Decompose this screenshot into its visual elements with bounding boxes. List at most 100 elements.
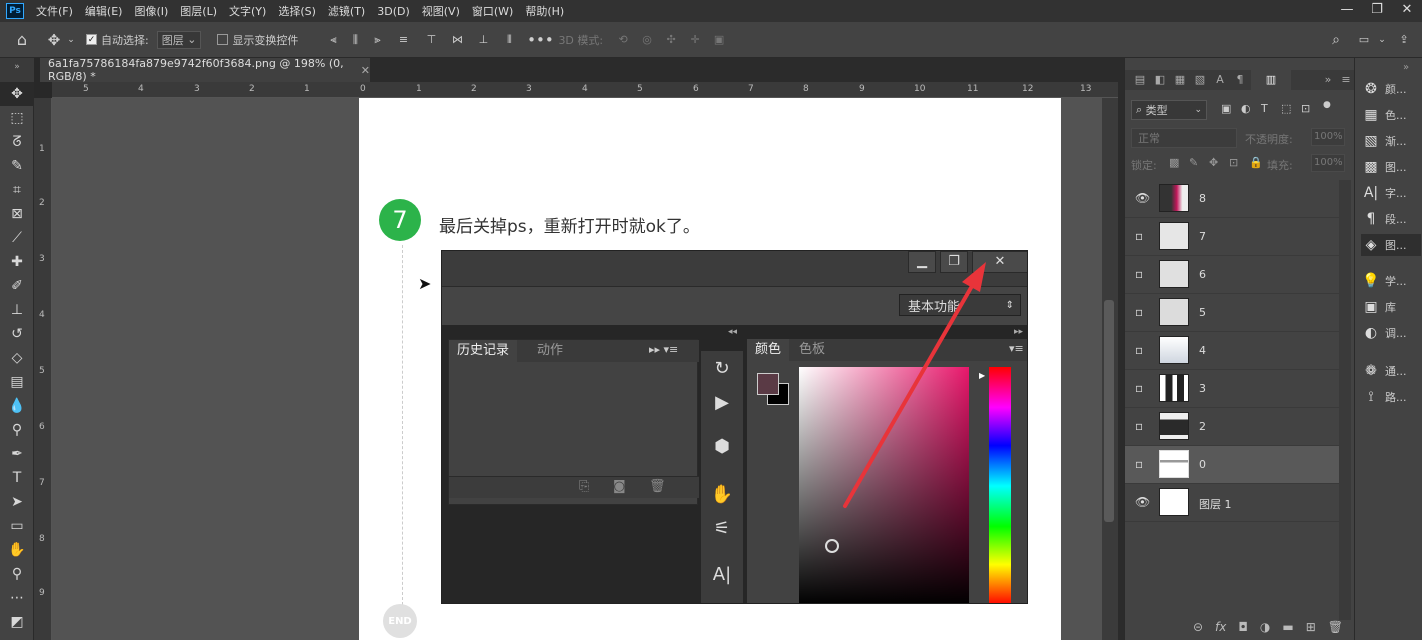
marquee-tool-icon[interactable]: ⬚ — [0, 106, 34, 130]
menu-file[interactable]: 文件(F) — [30, 3, 79, 19]
align-middle-icon[interactable]: ⋈ — [444, 33, 470, 46]
workspace-chevron-icon[interactable]: ⌄ — [1376, 35, 1388, 45]
menu-help[interactable]: 帮助(H) — [519, 3, 570, 19]
restore-icon[interactable]: ❐ — [1362, 0, 1392, 22]
link-layers-icon[interactable]: ⊝ — [1193, 620, 1203, 634]
tab-swatches-icon[interactable]: ▦ — [1171, 70, 1189, 90]
trash-icon[interactable]: 🗑 — [1328, 620, 1343, 634]
workspace-icon[interactable]: ▭ — [1354, 33, 1374, 46]
move-tool-icon[interactable]: ✥ — [44, 31, 64, 49]
roll-3d-icon[interactable]: ◎ — [635, 33, 659, 46]
layer-row[interactable]: 👁 8 — [1125, 180, 1339, 218]
layer-row[interactable]: ▫ 3 — [1125, 370, 1339, 408]
color-panel-button[interactable]: ❂ 颜... — [1361, 78, 1421, 100]
gradient-panel-button[interactable]: ▧ 渐... — [1361, 130, 1421, 152]
blend-mode-dropdown[interactable]: 正常 — [1131, 128, 1237, 148]
lock-transparent-icon[interactable]: ▩ — [1169, 156, 1179, 169]
adjustment-layer-icon[interactable]: ◑ — [1260, 620, 1270, 634]
lock-artboard-icon[interactable]: ⊡ — [1229, 156, 1238, 169]
minimize-icon[interactable]: — — [1332, 0, 1362, 22]
hand-tool-icon[interactable]: ✋ — [0, 538, 34, 562]
align-top-icon[interactable]: ⊤ — [418, 33, 444, 46]
layer-row[interactable]: ▫ 5 — [1125, 294, 1339, 332]
menu-image[interactable]: 图像(I) — [128, 3, 174, 19]
layer-row[interactable]: ▫ 6 — [1125, 256, 1339, 294]
color-swatches-icon[interactable]: ◩ — [0, 610, 34, 634]
tab-history-icon[interactable]: ▤ — [1131, 70, 1149, 90]
layer-row[interactable]: ▫ 2 — [1125, 408, 1339, 446]
layer-row[interactable]: 👁 图层 1 — [1125, 484, 1339, 522]
path-select-tool-icon[interactable]: ➤ — [0, 490, 34, 514]
libraries-panel-button[interactable]: ▣ 库 — [1361, 296, 1421, 318]
eye-hidden-icon[interactable]: ▫ — [1135, 419, 1149, 433]
eyedropper-tool-icon[interactable]: ⟋ — [0, 226, 34, 250]
eye-icon[interactable]: 👁 — [1135, 495, 1150, 509]
layer-filter-dropdown[interactable]: ⌕ 类型 ⌄ — [1131, 100, 1207, 120]
eraser-tool-icon[interactable]: ◇ — [0, 346, 34, 370]
opacity-input[interactable]: 100% — [1311, 128, 1345, 146]
close-tab-icon[interactable]: ✕ — [361, 64, 370, 77]
paths-panel-button[interactable]: ⟟ 路... — [1361, 386, 1421, 408]
align-left-icon[interactable]: ⫷ — [322, 33, 344, 47]
share-icon[interactable]: ⇪ — [1394, 33, 1414, 46]
filter-shape-icon[interactable]: ⬚ — [1281, 102, 1291, 115]
history-brush-tool-icon[interactable]: ↺ — [0, 322, 34, 346]
show-transform-checkbox[interactable]: 显示变换控件 — [217, 32, 298, 48]
edit-toolbar-icon[interactable]: ⋯ — [0, 586, 34, 610]
distribute-vertical-icon[interactable]: ⦀ — [496, 33, 522, 47]
auto-select-checkbox[interactable]: ✓ 自动选择: — [86, 32, 149, 48]
tab-character-icon[interactable]: A — [1211, 70, 1229, 90]
eye-hidden-icon[interactable]: ▫ — [1135, 457, 1149, 471]
quick-select-tool-icon[interactable]: ✎ — [0, 154, 34, 178]
layers-panel-button[interactable]: ◈ 图... — [1361, 234, 1421, 256]
frame-tool-icon[interactable]: ⊠ — [0, 202, 34, 226]
more-options-icon[interactable]: ••• — [522, 31, 558, 49]
search-icon[interactable]: ⌕ — [1326, 32, 1346, 48]
dodge-tool-icon[interactable]: ⚲ — [0, 418, 34, 442]
tab-gradient-icon[interactable]: ▧ — [1191, 70, 1209, 90]
swatches-panel-button[interactable]: ▦ 色... — [1361, 104, 1421, 126]
learn-panel-button[interactable]: 💡 学... — [1361, 270, 1421, 292]
zoom-tool-icon[interactable]: ⚲ — [0, 562, 34, 586]
distribute-icon[interactable]: ≡ — [388, 33, 418, 46]
channels-panel-button[interactable]: ❁ 通... — [1361, 360, 1421, 382]
filter-type-icon[interactable]: T — [1261, 102, 1268, 115]
menu-3d[interactable]: 3D(D) — [371, 5, 416, 18]
document-tab[interactable]: 6a1fa75786184fa879e9742f60f3684.png @ 19… — [40, 57, 370, 83]
scale-3d-icon[interactable]: ▣ — [707, 33, 731, 46]
tab-paragraph-icon[interactable]: ¶ — [1231, 70, 1249, 90]
pen-tool-icon[interactable]: ✒ — [0, 442, 34, 466]
type-tool-icon[interactable]: T — [0, 466, 34, 490]
eye-hidden-icon[interactable]: ▫ — [1135, 381, 1149, 395]
character-panel-button[interactable]: A| 字... — [1361, 182, 1421, 204]
blur-tool-icon[interactable]: 💧 — [0, 394, 34, 418]
crop-tool-icon[interactable]: ⌗ — [0, 178, 34, 202]
filter-smart-icon[interactable]: ⊡ — [1301, 102, 1310, 115]
gradient-tool-icon[interactable]: ▤ — [0, 370, 34, 394]
menu-view[interactable]: 视图(V) — [416, 3, 466, 19]
align-bottom-icon[interactable]: ⊥ — [470, 33, 496, 46]
fx-icon[interactable]: fx — [1215, 620, 1226, 634]
adjustments-panel-button[interactable]: ◐ 调... — [1361, 322, 1421, 344]
align-right-icon[interactable]: ⫸ — [366, 33, 388, 47]
menu-select[interactable]: 选择(S) — [272, 3, 322, 19]
eye-hidden-icon[interactable]: ▫ — [1135, 305, 1149, 319]
patterns-panel-button[interactable]: ▩ 图... — [1361, 156, 1421, 178]
move-tool-icon[interactable]: ✥ — [0, 82, 34, 106]
new-layer-icon[interactable]: ⊞ — [1306, 620, 1316, 634]
align-center-icon[interactable]: ⫼ — [344, 33, 366, 47]
close-icon[interactable]: ✕ — [1392, 0, 1422, 22]
menu-layer[interactable]: 图层(L) — [174, 3, 223, 19]
collapse-dock-icon[interactable]: » — [1403, 62, 1409, 73]
filter-adjust-icon[interactable]: ◐ — [1241, 102, 1251, 115]
tab-color-icon[interactable]: ◧ — [1151, 70, 1169, 90]
tab-layers-icon[interactable]: ▥ — [1251, 70, 1291, 90]
lasso-tool-icon[interactable]: ᘔ — [0, 130, 34, 154]
panel-menu-icon[interactable]: ≡ — [1337, 70, 1355, 90]
layers-scrollbar[interactable] — [1339, 180, 1351, 620]
menu-filter[interactable]: 滤镜(T) — [322, 3, 371, 19]
brush-tool-icon[interactable]: ✐ — [0, 274, 34, 298]
layer-row[interactable]: ▫ 4 — [1125, 332, 1339, 370]
paragraph-panel-button[interactable]: ¶ 段... — [1361, 208, 1421, 230]
collapse-panel-icon[interactable]: » — [1319, 70, 1337, 90]
